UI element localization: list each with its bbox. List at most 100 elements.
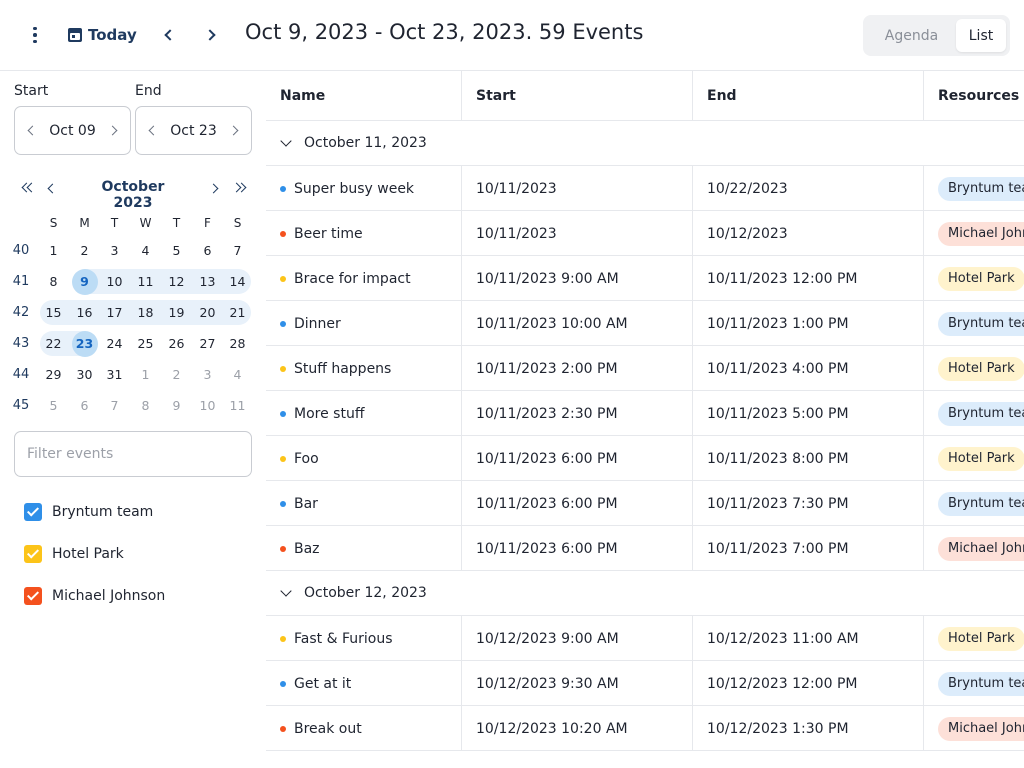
calendar-day[interactable]: 3 [99, 238, 130, 263]
chevron-right-icon [228, 125, 239, 136]
cell-start: 10/11/2023 6:00 PM [462, 526, 693, 571]
next-year-button[interactable] [230, 177, 250, 199]
cell-start: 10/11/2023 6:00 PM [462, 436, 693, 481]
calendar-day[interactable]: 10 [99, 269, 130, 294]
cell-start: 10/11/2023 2:30 PM [462, 391, 693, 436]
chevron-right-icon [107, 125, 118, 136]
calendar-day[interactable]: 7 [222, 238, 253, 263]
table-row[interactable]: Fast & Furious 10/12/2023 9:00 AM 10/12/20… [266, 616, 1024, 661]
calendar-day[interactable]: 1 [130, 362, 161, 387]
calendar-day[interactable]: 16 [69, 300, 100, 325]
table-row[interactable]: Baz 10/11/2023 6:00 PM 10/11/2023 7:00 PM M… [266, 526, 1024, 571]
group-header[interactable]: October 12, 2023 [266, 571, 1024, 616]
calendar-day[interactable]: 27 [192, 331, 223, 356]
calendar-day[interactable]: 1 [38, 238, 69, 263]
table-row[interactable]: Beer time 10/11/2023 10/12/2023 Michael Joh… [266, 211, 1024, 256]
previous-year-button[interactable] [18, 177, 38, 199]
calendar-day[interactable]: 8 [130, 393, 161, 418]
calendar-day[interactable]: 15 [38, 300, 69, 325]
calendar-day[interactable]: 6 [192, 238, 223, 263]
resource-checkbox-item[interactable]: Michael Johnson [24, 584, 165, 608]
calendar-day[interactable]: 2 [69, 238, 100, 263]
more-menu-icon[interactable] [24, 22, 46, 48]
filter-events-input[interactable] [14, 431, 252, 477]
weekday-header: SMTWTFS [6, 211, 258, 235]
calendar-day[interactable]: 5 [161, 238, 192, 263]
resource-checkbox-item[interactable]: Bryntum team [24, 500, 153, 524]
weekday-label: F [204, 216, 211, 230]
calendar-day[interactable]: 12 [161, 269, 192, 294]
next-month-button[interactable] [206, 177, 224, 199]
calendar-day[interactable]: 17 [99, 300, 130, 325]
start-next-button[interactable] [106, 121, 122, 141]
cell-resources: Hotel Park [924, 256, 1024, 301]
calendar-day[interactable]: 13 [192, 269, 223, 294]
calendar-day[interactable]: 28 [222, 331, 253, 356]
end-prev-button[interactable] [144, 121, 160, 141]
previous-month-button[interactable] [42, 177, 60, 199]
table-row[interactable]: Super busy week 10/11/2023 10/22/2023 Brynt… [266, 166, 1024, 211]
calendar-day[interactable]: 30 [69, 362, 100, 387]
calendar-day-label: 16 [76, 305, 93, 320]
calendar-day-label: 25 [137, 336, 154, 351]
calendar-day[interactable]: 8 [38, 269, 69, 294]
calendar-day[interactable]: 4 [130, 238, 161, 263]
checkbox-checked-icon[interactable] [24, 587, 42, 605]
cell-end: 10/11/2023 4:00 PM [693, 346, 924, 391]
calendar-day[interactable]: 14 [222, 269, 253, 294]
calendar-day[interactable]: 29 [38, 362, 69, 387]
calendar-day[interactable]: 26 [161, 331, 192, 356]
calendar-day[interactable]: 31 [99, 362, 130, 387]
view-list-button[interactable]: List [956, 19, 1006, 52]
calendar-day[interactable]: 6 [69, 393, 100, 418]
table-row[interactable]: Foo 10/11/2023 6:00 PM 10/11/2023 8:00 PM H… [266, 436, 1024, 481]
start-prev-button[interactable] [23, 121, 39, 141]
calendar-day[interactable]: 7 [99, 393, 130, 418]
calendar-day[interactable]: 9 [69, 268, 100, 295]
event-color-dot-icon [280, 455, 286, 462]
checkbox-checked-icon[interactable] [24, 545, 42, 563]
group-header[interactable]: October 11, 2023 [266, 121, 1024, 166]
calendar-day[interactable]: 3 [192, 362, 223, 387]
calendar-day-label: 8 [49, 274, 58, 289]
view-agenda-button[interactable]: Agenda [867, 19, 956, 52]
calendar-day[interactable]: 11 [222, 393, 253, 418]
table-row[interactable]: Dinner 10/11/2023 10:00 AM 10/11/2023 1:00… [266, 301, 1024, 346]
calendar-day[interactable]: 18 [130, 300, 161, 325]
calendar-day[interactable]: 21 [222, 300, 253, 325]
table-row[interactable]: Get at it 10/12/2023 9:30 AM 10/12/2023 12… [266, 661, 1024, 706]
column-header-end[interactable]: End [693, 71, 924, 121]
calendar-day[interactable]: 25 [130, 331, 161, 356]
resource-checkbox-item[interactable]: Hotel Park [24, 542, 124, 566]
table-row[interactable]: Break out 10/12/2023 10:20 AM 10/12/2023 1… [266, 706, 1024, 751]
calendar-day[interactable]: 20 [192, 300, 223, 325]
event-color-dot-icon [280, 185, 286, 192]
calendar-day[interactable]: 22 [38, 331, 69, 356]
calendar-day[interactable]: 5 [38, 393, 69, 418]
table-row[interactable]: Bar 10/11/2023 6:00 PM 10/11/2023 7:30 PM B… [266, 481, 1024, 526]
column-header-name[interactable]: Name [266, 71, 462, 121]
calendar-day[interactable]: 11 [130, 269, 161, 294]
start-date-field[interactable]: Oct 09 [14, 106, 131, 155]
view-toggle: Agenda List [863, 15, 1010, 56]
end-next-button[interactable] [227, 121, 243, 141]
calendar-day[interactable]: 4 [222, 362, 253, 387]
table-row[interactable]: Brace for impact 10/11/2023 9:00 AM 10/11/… [266, 256, 1024, 301]
event-name: Dinner [294, 315, 341, 332]
end-date-field[interactable]: Oct 23 [135, 106, 252, 155]
cell-name: Stuff happens [266, 346, 462, 391]
table-row[interactable]: Stuff happens 10/11/2023 2:00 PM 10/11/202… [266, 346, 1024, 391]
checkbox-checked-icon[interactable] [24, 503, 42, 521]
calendar-day[interactable]: 2 [161, 362, 192, 387]
calendar-day[interactable]: 23 [69, 330, 100, 357]
column-header-resources[interactable]: Resources [924, 71, 1024, 121]
calendar-day[interactable]: 9 [161, 393, 192, 418]
calendar-day[interactable]: 19 [161, 300, 192, 325]
today-button[interactable]: Today [68, 22, 137, 48]
calendar-day[interactable]: 10 [192, 393, 223, 418]
column-header-start[interactable]: Start [462, 71, 693, 121]
previous-range-button[interactable] [156, 22, 180, 48]
next-range-button[interactable] [199, 22, 223, 48]
calendar-day[interactable]: 24 [99, 331, 130, 356]
table-row[interactable]: More stuff 10/11/2023 2:30 PM 10/11/2023 5… [266, 391, 1024, 436]
